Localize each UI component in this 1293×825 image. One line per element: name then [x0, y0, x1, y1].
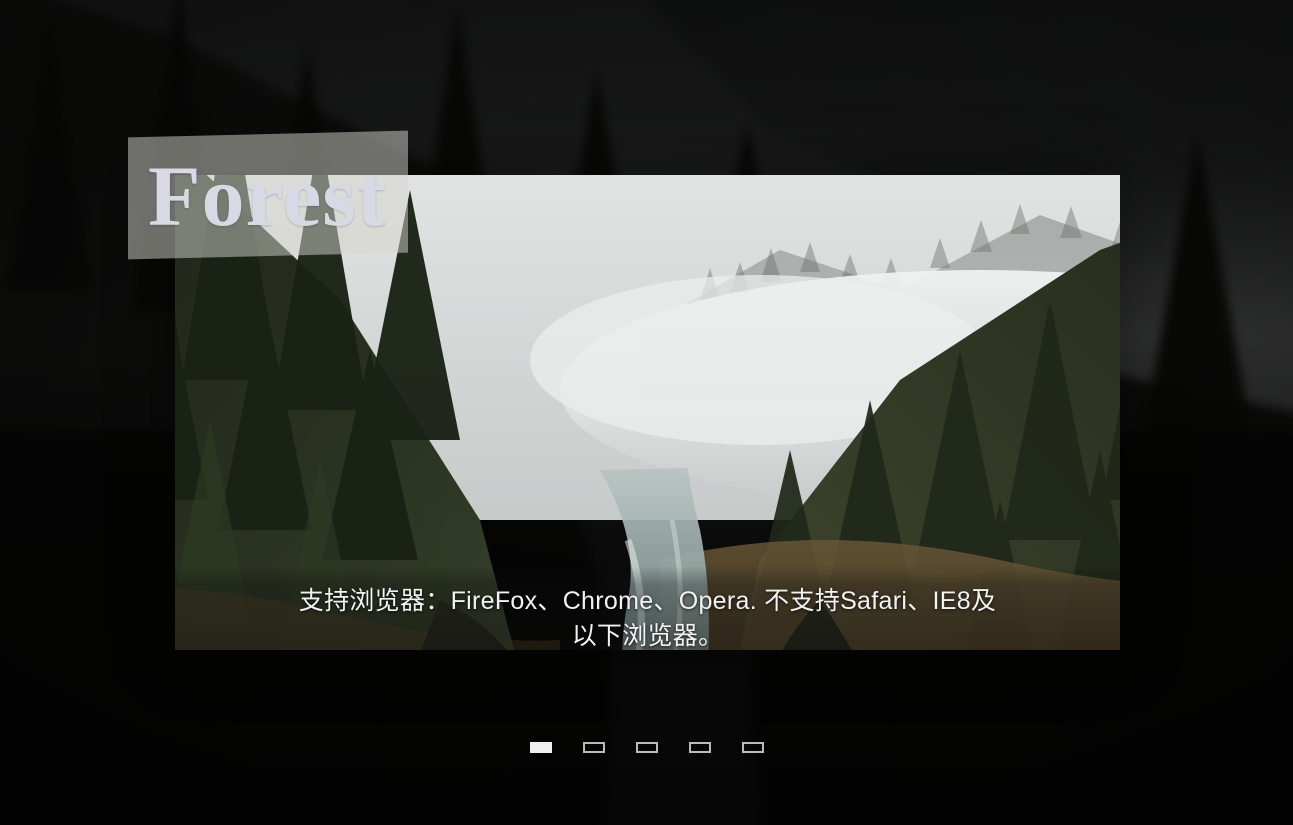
slide-caption-text: 支持浏览器：FireFox、Chrome、Opera. 不支持Safari、IE… — [298, 587, 997, 650]
pagination-dot-5[interactable] — [741, 742, 764, 753]
slide-caption-band: 支持浏览器：FireFox、Chrome、Opera. 不支持Safari、IE… — [175, 566, 1120, 650]
pagination-dot-2[interactable] — [582, 742, 605, 753]
page-title: Forest — [148, 148, 387, 244]
slideshow-stage: Forest 支持浏览器：FireFox、Chrome、Opera. 不支持Sa… — [0, 0, 1293, 825]
pagination-dot-3[interactable] — [635, 742, 658, 753]
slideshow-pagination[interactable] — [0, 742, 1293, 753]
pagination-dot-1[interactable] — [529, 742, 552, 753]
pagination-dot-4[interactable] — [688, 742, 711, 753]
